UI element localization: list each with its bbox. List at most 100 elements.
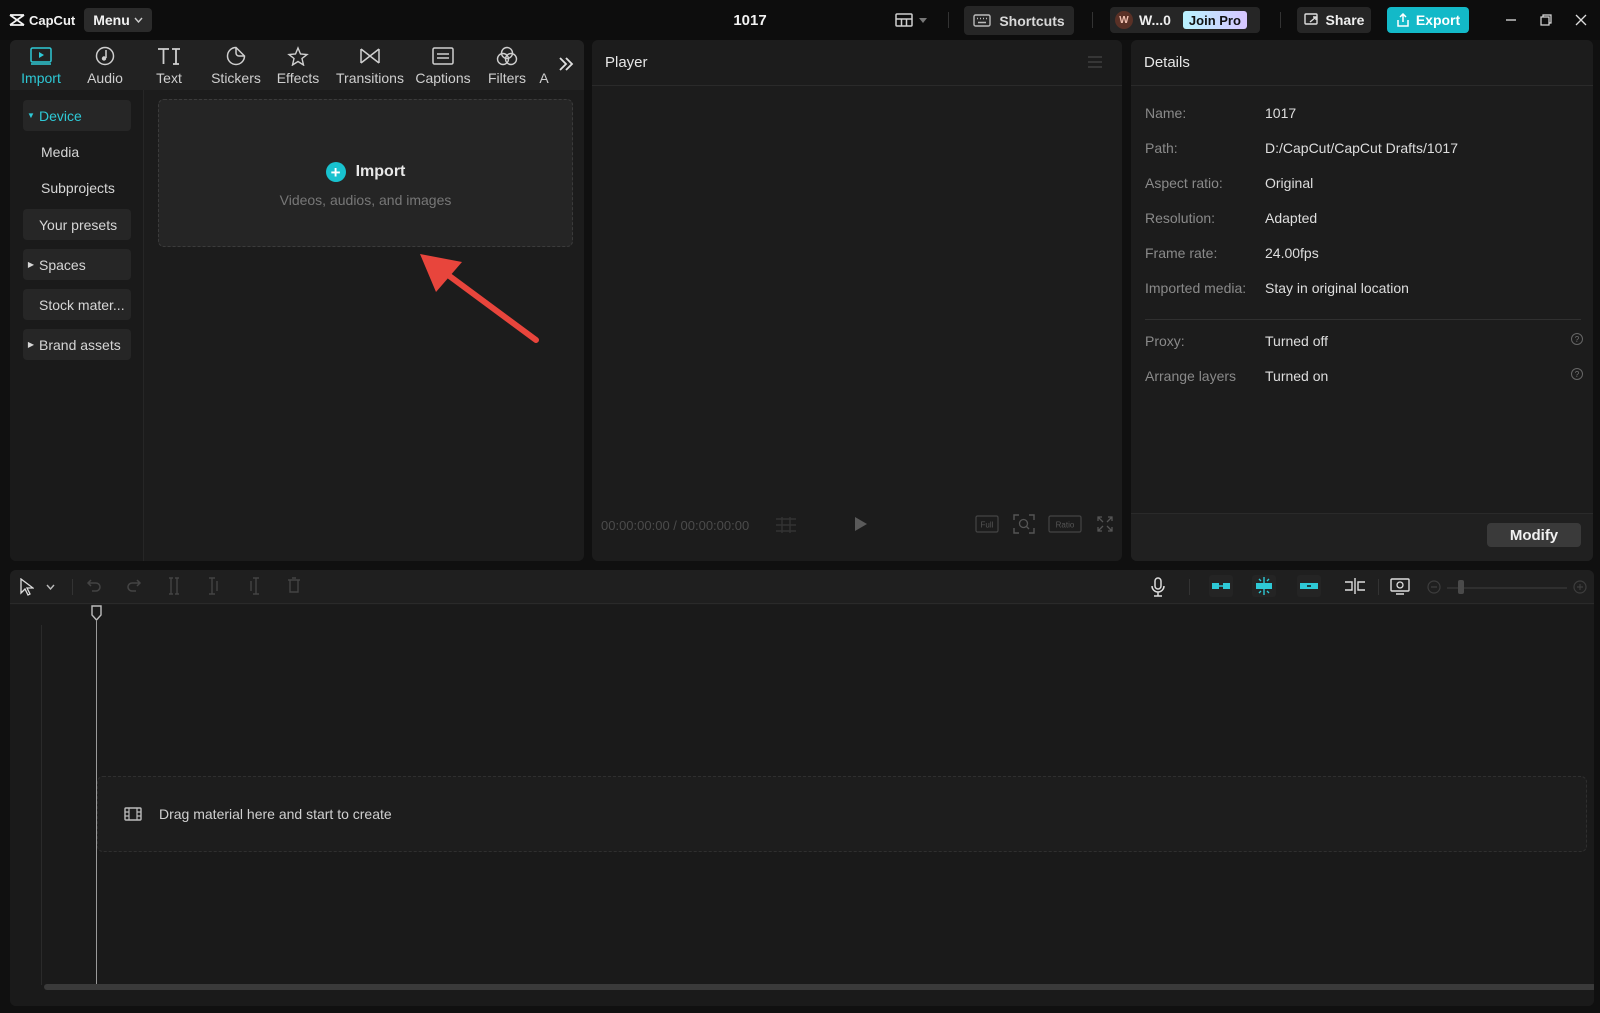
sidebar-item-label: Your presets xyxy=(39,216,118,233)
tab-label: Transitions xyxy=(336,70,404,86)
timeline-drop-zone[interactable]: Drag material here and start to create xyxy=(97,776,1587,852)
close-button[interactable] xyxy=(1570,10,1592,30)
share-label: Share xyxy=(1325,12,1365,28)
tab-truncated[interactable]: A xyxy=(537,44,551,88)
fit-timeline-button[interactable] xyxy=(1390,577,1410,595)
transitions-icon xyxy=(360,48,380,64)
hamburger-menu-icon xyxy=(1088,56,1102,68)
shortcuts-button[interactable]: Shortcuts xyxy=(964,6,1074,35)
select-tool-button[interactable] xyxy=(20,578,34,596)
detail-value: Turned off xyxy=(1265,333,1329,349)
layout-button[interactable] xyxy=(895,9,927,31)
track-header-divider xyxy=(41,625,42,985)
microphone-icon xyxy=(1151,577,1165,597)
player-menu-button[interactable] xyxy=(1088,56,1102,68)
tab-filters[interactable]: Filters xyxy=(482,44,532,88)
record-audio-button[interactable] xyxy=(1151,577,1165,597)
play-button[interactable] xyxy=(854,516,868,532)
select-tool-dropdown[interactable] xyxy=(46,584,55,590)
main-track-magnet-button[interactable] xyxy=(1209,575,1233,597)
divider xyxy=(1378,579,1379,595)
sidebar-item-stock-material[interactable]: Stock mater... xyxy=(23,289,131,320)
minimize-icon xyxy=(1506,19,1516,21)
timeline-area[interactable]: Drag material here and start to create xyxy=(10,605,1594,1006)
import-drop-zone[interactable]: + Import Videos, audios, and images xyxy=(158,99,573,247)
account-button[interactable]: W W...0 Join Pro xyxy=(1110,7,1260,33)
zoom-slider-icon xyxy=(1447,587,1567,589)
timeline-grid-button[interactable] xyxy=(774,516,798,534)
undo-button[interactable] xyxy=(86,577,102,593)
help-icon[interactable]: ? xyxy=(1571,333,1583,345)
detail-key: Arrange layers xyxy=(1145,368,1237,384)
sidebar-item-spaces[interactable]: ▶ Spaces xyxy=(23,249,131,280)
zoom-in-icon xyxy=(1573,580,1587,594)
trash-icon xyxy=(288,577,300,593)
help-icon[interactable]: ? xyxy=(1571,368,1583,380)
zoom-slider-handle[interactable] xyxy=(1458,580,1464,594)
redo-button[interactable] xyxy=(126,577,142,593)
full-quality-button[interactable]: Full xyxy=(975,515,999,533)
grid-icon xyxy=(776,517,796,533)
sidebar-item-device[interactable]: ▼ Device xyxy=(23,100,131,131)
redo-icon xyxy=(127,579,142,592)
tab-import[interactable]: Import xyxy=(18,44,64,88)
tab-captions[interactable]: Captions xyxy=(410,44,476,88)
delete-button[interactable] xyxy=(287,577,301,593)
auto-snap-button[interactable] xyxy=(1252,575,1276,597)
tab-stickers[interactable]: Stickers xyxy=(205,44,267,88)
detail-row-imported-media: Imported media: Stay in original locatio… xyxy=(1145,280,1409,296)
horizontal-scrollbar[interactable] xyxy=(44,984,1594,990)
detail-key: Imported media: xyxy=(1145,280,1247,296)
trim-left-icon xyxy=(209,577,218,595)
zoom-slider-track[interactable] xyxy=(1447,587,1567,589)
zoom-view-button[interactable] xyxy=(1013,514,1035,534)
sidebar-item-media[interactable]: Media xyxy=(23,136,131,167)
zoom-in-button[interactable] xyxy=(1573,580,1587,594)
tab-label: Effects xyxy=(276,70,320,86)
join-pro-button[interactable]: Join Pro xyxy=(1182,11,1247,29)
menu-button[interactable]: Menu xyxy=(84,8,152,32)
playhead-handle-icon[interactable] xyxy=(91,605,102,621)
detail-value: Adapted xyxy=(1265,210,1318,226)
player-title: Player xyxy=(605,54,648,71)
delete-right-button[interactable] xyxy=(247,577,261,595)
sidebar-item-your-presets[interactable]: Your presets xyxy=(23,209,131,240)
fullscreen-button[interactable] xyxy=(1097,516,1113,532)
split-button[interactable] xyxy=(167,577,181,595)
share-button[interactable]: Share xyxy=(1297,7,1371,33)
detail-key: Proxy: xyxy=(1145,333,1185,349)
tab-text[interactable]: Text xyxy=(146,44,192,88)
avatar: W xyxy=(1115,11,1133,29)
detail-key: Frame rate: xyxy=(1145,245,1218,261)
modify-button[interactable]: Modify xyxy=(1487,523,1581,547)
detail-value: Original xyxy=(1265,175,1314,191)
plus-icon: + xyxy=(325,162,346,182)
linkage-button[interactable] xyxy=(1297,575,1321,597)
detail-row-path: Path: D:/CapCut/CapCut Drafts/1017 xyxy=(1145,140,1458,156)
drop-hint: Drag material here and start to create xyxy=(159,806,392,822)
tab-effects[interactable]: Effects xyxy=(273,44,323,88)
sidebar-item-subprojects[interactable]: Subprojects xyxy=(23,172,131,203)
more-tabs-button[interactable] xyxy=(558,56,574,72)
detail-row-resolution: Resolution: Adapted xyxy=(1145,210,1317,226)
export-button[interactable]: Export xyxy=(1387,7,1469,33)
detail-row-name: Name: 1017 xyxy=(1145,105,1296,121)
sidebar-item-brand-assets[interactable]: ▶ Brand assets xyxy=(23,329,131,360)
tab-transitions[interactable]: Transitions xyxy=(330,44,410,88)
import-button[interactable]: + Import xyxy=(159,162,572,182)
minimize-button[interactable] xyxy=(1500,10,1522,30)
restore-icon xyxy=(1540,14,1552,26)
link-clips-icon xyxy=(1297,575,1321,597)
tab-label: Text xyxy=(156,70,182,86)
preview-axis-button[interactable] xyxy=(1344,577,1366,595)
restore-button[interactable] xyxy=(1535,10,1557,30)
detail-value: Turned on xyxy=(1265,368,1329,384)
caret-right-icon: ▶ xyxy=(27,260,35,269)
menu-label: Menu xyxy=(93,12,130,28)
slider-handle-icon xyxy=(1458,580,1464,594)
ratio-button[interactable]: Ratio xyxy=(1048,515,1082,533)
detail-value: 1017 xyxy=(1265,105,1297,121)
delete-left-button[interactable] xyxy=(207,577,221,595)
zoom-out-button[interactable] xyxy=(1427,580,1441,594)
tab-audio[interactable]: Audio xyxy=(82,44,128,88)
